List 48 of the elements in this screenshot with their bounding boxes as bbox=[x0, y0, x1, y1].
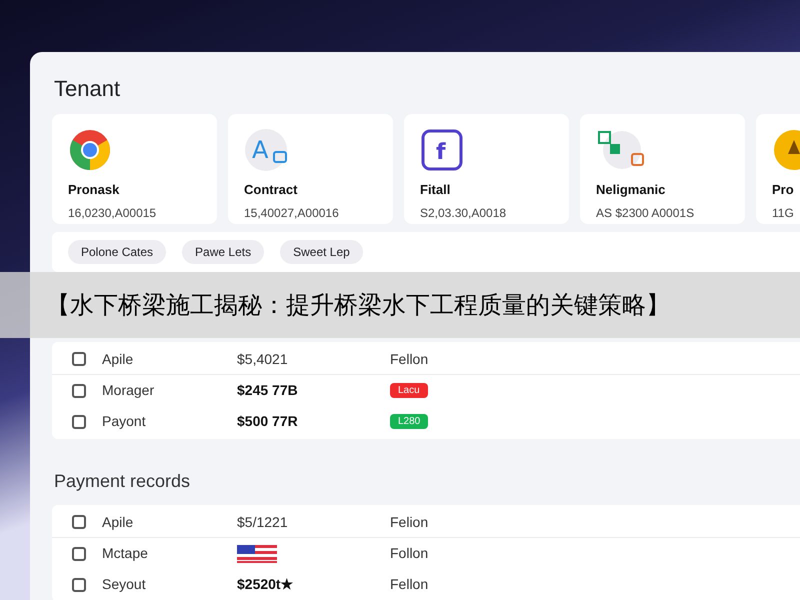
tenant-card[interactable]: A Contract 15,40027,A00016 bbox=[228, 114, 393, 224]
card-value: 11G bbox=[772, 204, 794, 222]
card-name: Fitall bbox=[420, 181, 450, 199]
card-value: S2,03.30,A0018 bbox=[420, 204, 506, 222]
table-cell-text: Seyout bbox=[102, 575, 147, 594]
filter-chip[interactable]: Pawe Lets bbox=[182, 240, 264, 264]
section-title: Payment records bbox=[54, 470, 190, 493]
table-cell-text: Mctape bbox=[102, 544, 149, 563]
filter-chip[interactable]: Sweet Lep bbox=[280, 240, 363, 264]
flag-icon bbox=[237, 544, 277, 562]
row-checkbox[interactable] bbox=[72, 414, 86, 428]
table-cell-text: $5,4021 bbox=[237, 350, 288, 368]
table-cell-text: $2520t★ bbox=[237, 575, 294, 594]
card-value: 15,40027,A00016 bbox=[244, 204, 339, 222]
table-cell-text: Felion bbox=[390, 512, 428, 532]
table-cell-text: Fellon bbox=[390, 350, 428, 368]
card-name: Contract bbox=[244, 181, 298, 199]
table-cell-text: Apile bbox=[102, 350, 134, 369]
card-name: Pronask bbox=[68, 181, 120, 199]
table-cell-text: Fellon bbox=[390, 575, 428, 594]
row-checkbox[interactable] bbox=[72, 384, 86, 398]
tiles-icon bbox=[596, 130, 646, 170]
table-cell-text: $245 77B bbox=[237, 381, 298, 400]
tenant-card[interactable]: Neligmanic AS $2300 A0001S bbox=[580, 114, 745, 224]
circle-logo-icon bbox=[68, 128, 112, 172]
card-value: AS $2300 A0001S bbox=[596, 204, 694, 222]
card-name: Pro bbox=[772, 181, 794, 199]
page-title: Tenant bbox=[54, 75, 120, 103]
row-checkbox[interactable] bbox=[72, 515, 86, 529]
row-checkbox[interactable] bbox=[72, 352, 86, 366]
table-cell-text: Follon bbox=[390, 544, 428, 563]
card-name: Neligmanic bbox=[596, 181, 666, 199]
filter-chip[interactable]: Polone Cates bbox=[68, 240, 166, 264]
status-badge: L280 bbox=[390, 414, 428, 429]
table-cell-text: Payont bbox=[102, 412, 147, 431]
table-cell-text: $500 77R bbox=[237, 412, 298, 431]
card-value: 16,0230,A00015 bbox=[68, 204, 156, 222]
table-cell-text: Morager bbox=[102, 381, 156, 400]
tenant-card[interactable]: Pronask 16,0230,A00015 bbox=[52, 114, 217, 224]
table-cell-text: $5/1221 bbox=[237, 512, 288, 532]
tenant-card[interactable]: f Fitall S2,03.30,A0018 bbox=[404, 114, 569, 224]
table-cell-text: Apile bbox=[102, 512, 134, 532]
row-checkbox[interactable] bbox=[72, 546, 86, 560]
caption-text: 【水下桥梁施工揭秘：提升桥梁水下工程质量的关键策略】 bbox=[46, 290, 670, 321]
status-badge: Lacu bbox=[390, 383, 428, 398]
row-checkbox[interactable] bbox=[72, 578, 86, 592]
letter-f-icon: f bbox=[420, 128, 464, 172]
tenant-card[interactable]: Pro 11G bbox=[756, 114, 800, 224]
